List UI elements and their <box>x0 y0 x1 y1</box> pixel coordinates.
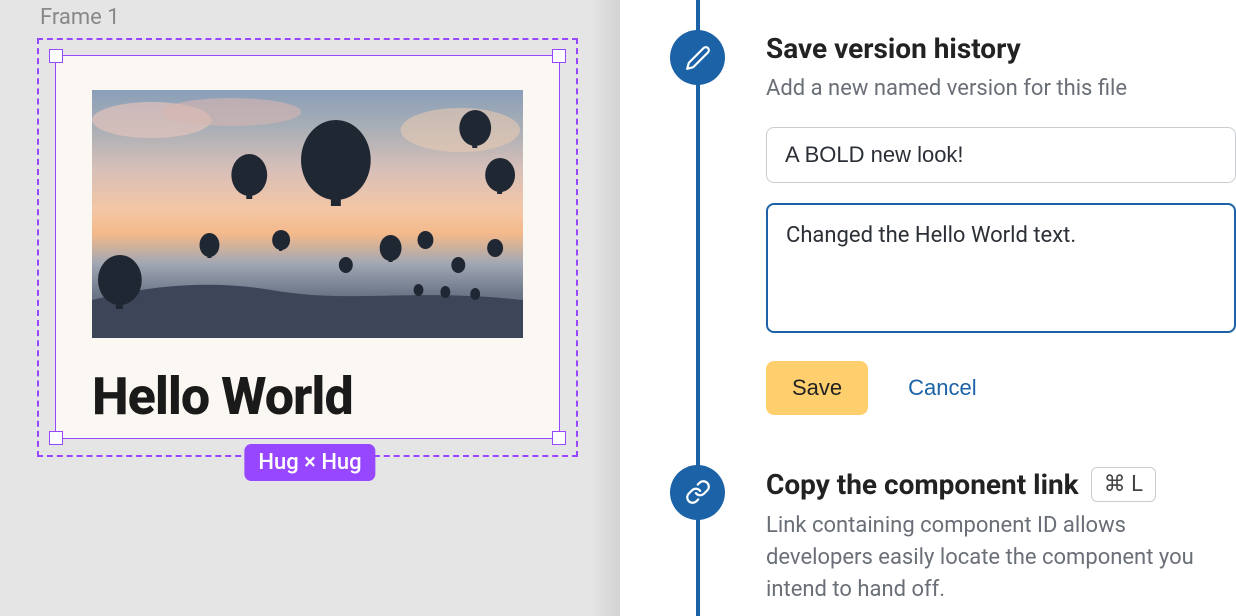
autolayout-size-chip[interactable]: Hug × Hug <box>244 444 375 481</box>
resize-handle-bottom-left[interactable] <box>49 431 63 445</box>
step-copy-link: Copy the component link ⌘ L Link contain… <box>670 465 1236 606</box>
hero-image[interactable] <box>92 90 523 338</box>
step-save-version: Save version history Add a new named ver… <box>670 30 1236 415</box>
inner-selection-bounds[interactable]: Hello World <box>55 55 560 439</box>
cancel-button[interactable]: Cancel <box>908 375 976 401</box>
resize-handle-bottom-right[interactable] <box>552 431 566 445</box>
resize-handle-top-right[interactable] <box>552 49 566 63</box>
step-title: Copy the component link <box>766 468 1079 501</box>
save-button[interactable]: Save <box>766 361 868 415</box>
link-icon <box>670 465 725 520</box>
step-description: Add a new named version for this file <box>766 73 1236 105</box>
keyboard-shortcut-chip: ⌘ L <box>1091 467 1156 502</box>
design-canvas[interactable]: Frame 1 <box>0 0 620 616</box>
version-description-input[interactable] <box>766 203 1236 333</box>
pencil-icon <box>670 30 725 85</box>
version-name-input[interactable] <box>766 127 1236 183</box>
step-description: Link containing component ID allows deve… <box>766 510 1236 606</box>
resize-handle-top-left[interactable] <box>49 49 63 63</box>
hero-card[interactable]: Hello World <box>56 56 559 438</box>
frame-label[interactable]: Frame 1 <box>40 5 120 30</box>
step-title: Save version history <box>766 32 1236 65</box>
hero-title-text[interactable]: Hello World <box>92 366 523 427</box>
instructions-panel: Save version history Add a new named ver… <box>620 0 1236 616</box>
